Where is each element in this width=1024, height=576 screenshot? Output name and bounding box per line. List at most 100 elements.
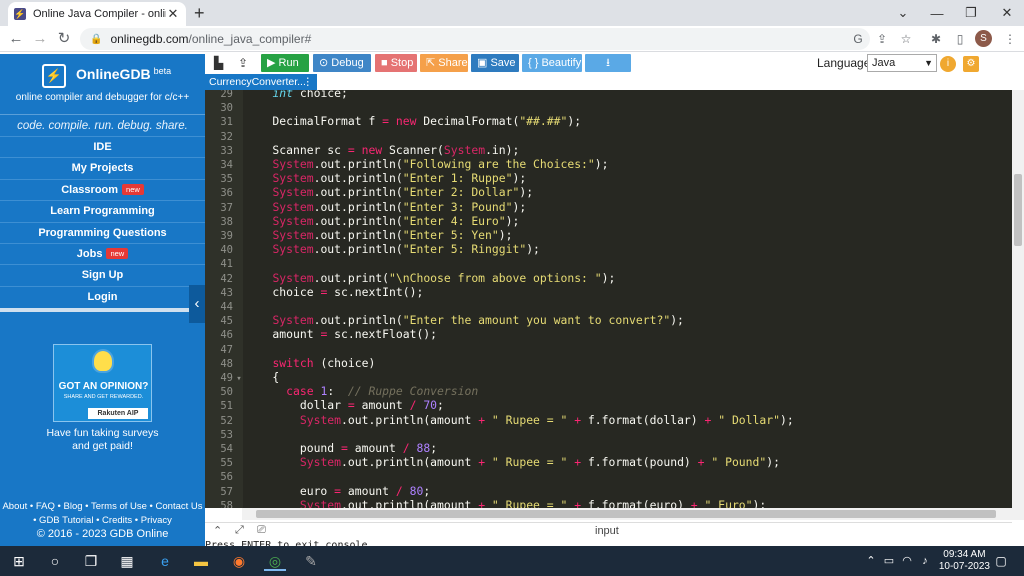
- vertical-scroll-thumb[interactable]: [1014, 174, 1022, 246]
- chrome-icon[interactable]: ◎: [264, 551, 286, 571]
- toolbar: ▙ ⇪ ▶ Run ⊙ Debug ■ Stop ⇱ Share ▣ Save …: [205, 52, 1024, 74]
- collapse-sidebar-chevron-icon[interactable]: ‹: [189, 285, 205, 323]
- code-line[interactable]: 48 switch (choice): [205, 356, 1012, 370]
- share-button[interactable]: ⇱ Share: [420, 54, 468, 72]
- sidebar-item-ide[interactable]: IDE: [0, 136, 205, 157]
- minimize-icon[interactable]: —: [920, 0, 954, 26]
- code-line[interactable]: 38 System.out.println("Enter 4: Euro");: [205, 214, 1012, 228]
- code-line[interactable]: 57 euro = amount / 80;: [205, 484, 1012, 498]
- file-tab-menu-icon[interactable]: ⋮: [303, 74, 314, 90]
- sidebar-item-classroom[interactable]: Classroom new: [0, 178, 205, 200]
- google-icon[interactable]: G: [850, 31, 866, 47]
- code-line[interactable]: 47: [205, 342, 1012, 356]
- sidebar-item-jobs[interactable]: Jobs new: [0, 242, 205, 264]
- ad-caption[interactable]: Have fun taking surveys and get paid!: [0, 427, 205, 453]
- edge-icon[interactable]: e: [154, 551, 176, 571]
- expand-up-icon[interactable]: ⌃: [213, 524, 222, 537]
- task-view-icon[interactable]: ❐: [80, 551, 102, 571]
- sidebar-item-learn-programming[interactable]: Learn Programming: [0, 200, 205, 221]
- sidebar-item-sign-up[interactable]: Sign Up: [0, 264, 205, 285]
- code-line[interactable]: 44: [205, 299, 1012, 313]
- back-icon[interactable]: ←: [6, 29, 26, 49]
- code-line[interactable]: 58 System.out.println(amount + " Rupee =…: [205, 498, 1012, 508]
- notifications-icon[interactable]: ▢: [990, 551, 1012, 571]
- code-line[interactable]: 29 int choice;: [205, 90, 1012, 100]
- horizontal-scroll-thumb[interactable]: [256, 510, 996, 518]
- code-line[interactable]: 34 System.out.println("Following are the…: [205, 157, 1012, 171]
- horizontal-scrollbar[interactable]: [242, 508, 1012, 520]
- run-button[interactable]: ▶ Run: [261, 54, 309, 72]
- save-button[interactable]: ▣ Save: [471, 54, 519, 72]
- code-line[interactable]: 50 case 1: // Ruppe Conversion: [205, 384, 1012, 398]
- forward-icon[interactable]: →: [30, 29, 50, 49]
- fullscreen-icon[interactable]: ⤢: [235, 524, 244, 537]
- sidepanel-icon[interactable]: ▯: [952, 31, 968, 47]
- download-button[interactable]: ⭳: [585, 54, 631, 72]
- code-line[interactable]: 54 pound = amount / 88;: [205, 441, 1012, 455]
- code-line[interactable]: 49 ▾ {: [205, 370, 1012, 384]
- upload-icon[interactable]: ⇪: [235, 54, 255, 72]
- debug-button[interactable]: ⊙ Debug: [313, 54, 371, 72]
- clear-console-icon[interactable]: ⎚: [257, 524, 266, 537]
- code-line[interactable]: 36 System.out.println("Enter 2: Dollar")…: [205, 185, 1012, 199]
- brand[interactable]: ⚡ OnlineGDB beta online compiler and debu…: [0, 60, 205, 108]
- store-icon[interactable]: ▦: [116, 551, 138, 571]
- code-line[interactable]: 37 System.out.println("Enter 3: Pound");: [205, 200, 1012, 214]
- search-icon[interactable]: ○: [44, 551, 66, 571]
- ad-banner[interactable]: GOT AN OPINION? SHARE AND GET REWARDED. …: [53, 344, 152, 422]
- code-line[interactable]: 52 System.out.println(amount + " Rupee =…: [205, 413, 1012, 427]
- code-line[interactable]: 32: [205, 129, 1012, 143]
- vertical-scrollbar[interactable]: [1012, 90, 1024, 520]
- sidebar-item-login[interactable]: Login: [0, 285, 205, 307]
- code-line[interactable]: 56: [205, 469, 1012, 483]
- clock[interactable]: 09:34 AM 10-07-2023: [939, 549, 990, 573]
- restore-icon[interactable]: ❐: [954, 0, 988, 26]
- tab-search-icon[interactable]: ⌄: [886, 0, 920, 26]
- code-line[interactable]: 51 dollar = amount / 70;: [205, 398, 1012, 412]
- code-line[interactable]: 55 System.out.println(amount + " Rupee =…: [205, 455, 1012, 469]
- code-text: System.out.println(amount + " Rupee = " …: [299, 412, 794, 427]
- sidebar-item-my-projects[interactable]: My Projects: [0, 157, 205, 178]
- language-select[interactable]: Java ▼: [867, 54, 937, 72]
- code-line[interactable]: 43 choice = sc.nextInt();: [205, 285, 1012, 299]
- footer-links-line1[interactable]: About • FAQ • Blog • Terms of Use • Cont…: [0, 500, 205, 514]
- windows-start-icon[interactable]: ⊞: [8, 551, 30, 571]
- file-tab[interactable]: CurrencyConverter... ⋮: [205, 74, 317, 90]
- code-line[interactable]: 42 System.out.print("\nChoose from above…: [205, 271, 1012, 285]
- line-number: 47: [220, 343, 233, 356]
- url-field[interactable]: 🔒 onlinegdb.com/online_java_compiler#: [80, 28, 870, 50]
- code-line[interactable]: 53: [205, 427, 1012, 441]
- footer-links-line2[interactable]: • GDB Tutorial • Credits • Privacy: [0, 514, 205, 528]
- info-icon[interactable]: i: [940, 56, 956, 72]
- extensions-icon[interactable]: ✱: [928, 31, 944, 47]
- volume-icon[interactable]: ♪: [914, 551, 936, 571]
- new-file-icon[interactable]: ▙: [211, 54, 229, 72]
- code-line[interactable]: 31 DecimalFormat f = new DecimalFormat("…: [205, 114, 1012, 128]
- stop-button[interactable]: ■ Stop: [375, 54, 417, 72]
- code-line[interactable]: 41: [205, 256, 1012, 270]
- code-line[interactable]: 39 System.out.println("Enter 5: Yen");: [205, 228, 1012, 242]
- code-line[interactable]: 45 System.out.println("Enter the amount …: [205, 313, 1012, 327]
- close-window-icon[interactable]: ✕: [990, 0, 1024, 26]
- code-line[interactable]: 33 Scanner sc = new Scanner(System.in);: [205, 143, 1012, 157]
- code-line[interactable]: 35 System.out.println("Enter 1: Ruppe");: [205, 171, 1012, 185]
- code-editor[interactable]: 29 int choice; 30 31 DecimalFormat f = new…: [205, 90, 1012, 508]
- file-explorer-icon[interactable]: ▬: [190, 551, 212, 571]
- profile-avatar[interactable]: S: [975, 30, 992, 47]
- reload-icon[interactable]: ↻: [54, 29, 74, 49]
- code-line[interactable]: 46 amount = sc.nextFloat();: [205, 327, 1012, 341]
- menu-kebab-icon[interactable]: ⋮: [1002, 31, 1018, 47]
- close-tab-icon[interactable]: ✕: [166, 6, 180, 22]
- input-label[interactable]: input: [595, 525, 619, 537]
- new-tab-icon[interactable]: +: [194, 3, 205, 24]
- browser-tab[interactable]: ⚡ Online Java Compiler - online ed ✕: [8, 2, 186, 26]
- firefox-icon[interactable]: ◉: [228, 551, 250, 571]
- sidebar-item-programming-questions[interactable]: Programming Questions: [0, 221, 205, 243]
- code-line[interactable]: 40 System.out.println("Enter 5: Ringgit"…: [205, 242, 1012, 256]
- code-line[interactable]: 30: [205, 100, 1012, 114]
- settings-gear-icon[interactable]: ⚙: [963, 56, 979, 72]
- bookmark-star-icon[interactable]: ☆: [898, 31, 914, 47]
- app-icon[interactable]: ✎: [300, 551, 322, 571]
- beautify-button[interactable]: { } Beautify: [522, 54, 582, 72]
- share-page-icon[interactable]: ⇪: [874, 31, 890, 47]
